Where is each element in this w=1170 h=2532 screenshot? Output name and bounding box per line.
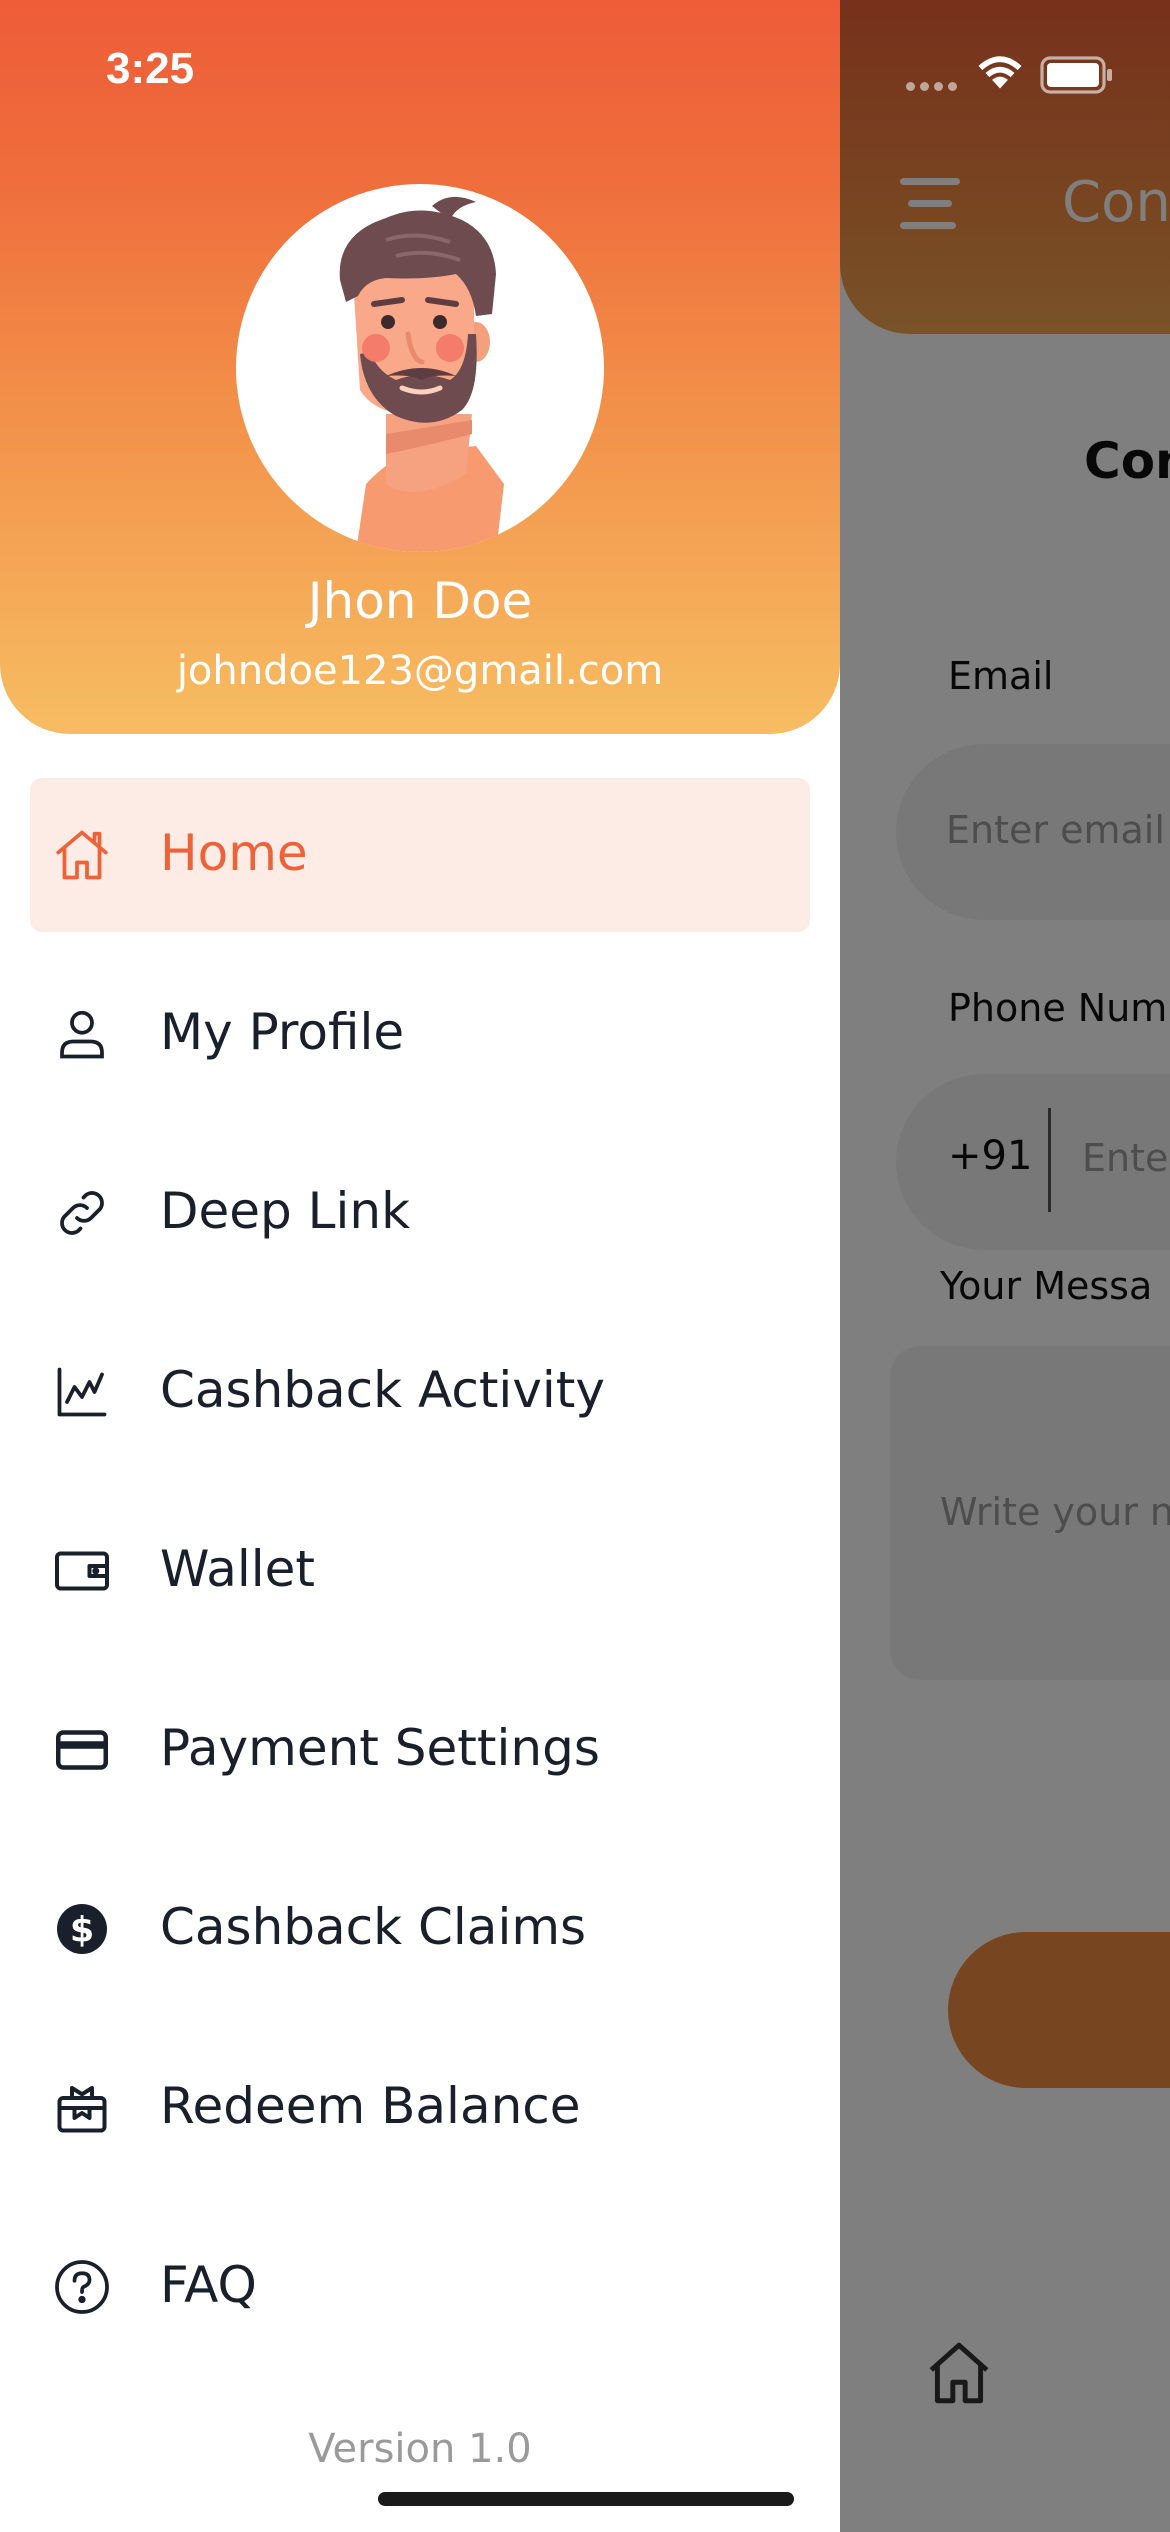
menu-item-deep-link[interactable]: Deep Link bbox=[30, 1136, 810, 1290]
home-indicator bbox=[378, 2492, 794, 2506]
gift-icon bbox=[57, 2086, 107, 2133]
dollar-coin-icon: $ bbox=[57, 1904, 107, 1954]
menu-item-wallet[interactable]: Wallet bbox=[30, 1494, 810, 1648]
menu-label: My Profile bbox=[160, 1003, 405, 1061]
menu-label: Wallet bbox=[160, 1540, 316, 1598]
menu-item-faq[interactable]: FAQ bbox=[30, 2210, 810, 2364]
cellular-signal-icon bbox=[906, 70, 962, 91]
menu-item-payment-settings[interactable]: Payment Settings bbox=[30, 1673, 810, 1827]
menu-item-cashback-claims[interactable]: $ Cashback Claims bbox=[30, 1852, 810, 2006]
user-icon bbox=[60, 1010, 104, 1059]
question-icon bbox=[55, 2260, 109, 2314]
app-screen: Con Con Email Enter email Phone Num +91 … bbox=[0, 0, 1170, 2532]
battery-icon bbox=[1040, 56, 1112, 94]
svg-text:$: $ bbox=[70, 1911, 94, 1951]
menu-item-my-profile[interactable]: My Profile bbox=[30, 957, 810, 1111]
menu-label: FAQ bbox=[160, 2256, 257, 2314]
status-time: 3:25 bbox=[106, 44, 195, 93]
link-icon bbox=[60, 1191, 104, 1235]
avatar[interactable] bbox=[236, 184, 604, 552]
drawer-header: Jhon Doe johndoe123@gmail.com bbox=[0, 0, 840, 734]
wifi-icon bbox=[978, 56, 1022, 89]
chart-icon bbox=[57, 1367, 107, 1417]
menu-item-cashback-activity[interactable]: Cashback Activity bbox=[30, 1315, 810, 1469]
navigation-drawer: Jhon Doe johndoe123@gmail.com 3:25 Home bbox=[0, 0, 840, 2532]
version-text: Version 1.0 bbox=[308, 2426, 532, 2472]
user-name: Jhon Doe bbox=[307, 572, 533, 630]
menu-label: Cashback Activity bbox=[160, 1361, 605, 1419]
menu-label: Deep Link bbox=[160, 1182, 411, 1240]
home-icon bbox=[56, 830, 108, 880]
menu-item-home[interactable]: Home bbox=[30, 778, 810, 932]
menu-label: Payment Settings bbox=[160, 1719, 600, 1777]
menu-label: Cashback Claims bbox=[160, 1898, 587, 1956]
wallet-icon bbox=[55, 1551, 109, 1591]
avatar-illustration bbox=[339, 196, 504, 552]
user-email: johndoe123@gmail.com bbox=[176, 648, 664, 694]
menu-label: Redeem Balance bbox=[160, 2077, 581, 2135]
menu-label: Home bbox=[160, 824, 308, 882]
credit-card-icon bbox=[56, 1730, 108, 1770]
menu-item-redeem-balance[interactable]: Redeem Balance bbox=[30, 2031, 810, 2185]
